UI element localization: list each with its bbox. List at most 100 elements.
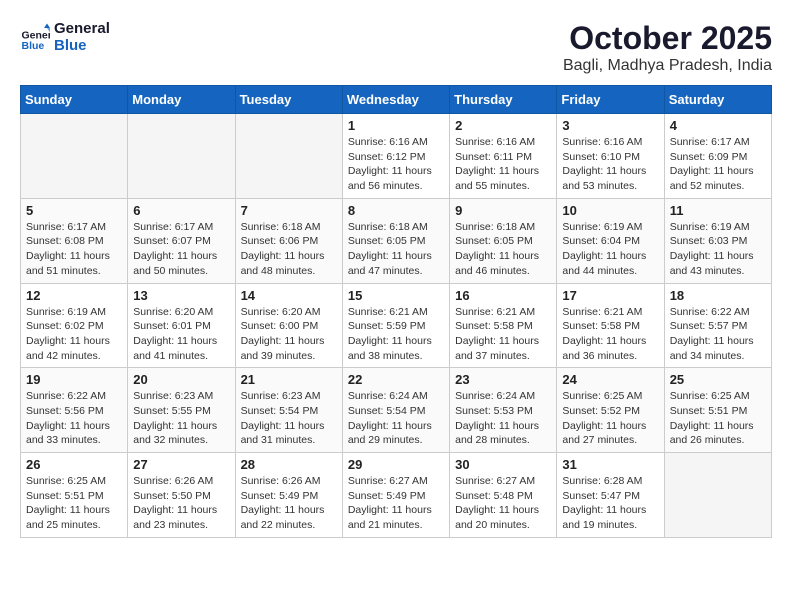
month-title: October 2025: [563, 20, 772, 57]
day-info: Sunrise: 6:23 AM Sunset: 5:55 PM Dayligh…: [133, 389, 229, 448]
calendar-cell: 27 Sunrise: 6:26 AM Sunset: 5:50 PM Dayli…: [128, 453, 235, 538]
day-info: Sunrise: 6:20 AM Sunset: 6:00 PM Dayligh…: [241, 305, 337, 364]
calendar-cell: 10 Sunrise: 6:19 AM Sunset: 6:04 PM Dayli…: [557, 198, 664, 283]
day-number: 15: [348, 288, 444, 303]
day-number: 5: [26, 203, 122, 218]
day-info: Sunrise: 6:28 AM Sunset: 5:47 PM Dayligh…: [562, 474, 658, 533]
calendar-cell: 25 Sunrise: 6:25 AM Sunset: 5:51 PM Dayli…: [664, 368, 771, 453]
day-info: Sunrise: 6:27 AM Sunset: 5:49 PM Dayligh…: [348, 474, 444, 533]
weekday-header-sunday: Sunday: [21, 86, 128, 114]
day-number: 18: [670, 288, 766, 303]
day-number: 2: [455, 118, 551, 133]
day-info: Sunrise: 6:25 AM Sunset: 5:51 PM Dayligh…: [670, 389, 766, 448]
calendar-cell: 20 Sunrise: 6:23 AM Sunset: 5:55 PM Dayli…: [128, 368, 235, 453]
calendar-header-row: SundayMondayTuesdayWednesdayThursdayFrid…: [21, 86, 772, 114]
weekday-header-monday: Monday: [128, 86, 235, 114]
calendar-week-3: 12Sunrise: 6:19 AM Sunset: 6:02 PM Dayli…: [21, 283, 772, 368]
day-number: 29: [348, 457, 444, 472]
day-info: Sunrise: 6:25 AM Sunset: 5:51 PM Dayligh…: [26, 474, 122, 533]
calendar-cell: 31 Sunrise: 6:28 AM Sunset: 5:47 PM Dayli…: [557, 453, 664, 538]
day-number: 21: [241, 372, 337, 387]
calendar-cell: 23 Sunrise: 6:24 AM Sunset: 5:53 PM Dayli…: [450, 368, 557, 453]
calendar-cell: [21, 114, 128, 199]
calendar-cell: 4Sunrise: 6:17 AM Sunset: 6:09 PM Daylig…: [664, 114, 771, 199]
calendar-cell: 19Sunrise: 6:22 AM Sunset: 5:56 PM Dayli…: [21, 368, 128, 453]
day-info: Sunrise: 6:25 AM Sunset: 5:52 PM Dayligh…: [562, 389, 658, 448]
day-number: 23: [455, 372, 551, 387]
calendar-cell: 9 Sunrise: 6:18 AM Sunset: 6:05 PM Daylig…: [450, 198, 557, 283]
calendar-cell: 17 Sunrise: 6:21 AM Sunset: 5:58 PM Dayli…: [557, 283, 664, 368]
day-info: Sunrise: 6:22 AM Sunset: 5:57 PM Dayligh…: [670, 305, 766, 364]
day-info: Sunrise: 6:17 AM Sunset: 6:07 PM Dayligh…: [133, 220, 229, 279]
day-info: Sunrise: 6:17 AM Sunset: 6:09 PM Dayligh…: [670, 135, 766, 194]
calendar-cell: 12Sunrise: 6:19 AM Sunset: 6:02 PM Dayli…: [21, 283, 128, 368]
calendar-cell: 15 Sunrise: 6:21 AM Sunset: 5:59 PM Dayli…: [342, 283, 449, 368]
day-info: Sunrise: 6:24 AM Sunset: 5:54 PM Dayligh…: [348, 389, 444, 448]
calendar-cell: 7 Sunrise: 6:18 AM Sunset: 6:06 PM Daylig…: [235, 198, 342, 283]
day-info: Sunrise: 6:18 AM Sunset: 6:05 PM Dayligh…: [455, 220, 551, 279]
calendar-cell: 1 Sunrise: 6:16 AM Sunset: 6:12 PM Daylig…: [342, 114, 449, 199]
calendar-cell: 16 Sunrise: 6:21 AM Sunset: 5:58 PM Dayli…: [450, 283, 557, 368]
calendar-cell: 22 Sunrise: 6:24 AM Sunset: 5:54 PM Dayli…: [342, 368, 449, 453]
day-number: 1: [348, 118, 444, 133]
calendar-cell: 28 Sunrise: 6:26 AM Sunset: 5:49 PM Dayli…: [235, 453, 342, 538]
calendar-cell: 2 Sunrise: 6:16 AM Sunset: 6:11 PM Daylig…: [450, 114, 557, 199]
calendar-cell: 5 Sunrise: 6:17 AM Sunset: 6:08 PM Daylig…: [21, 198, 128, 283]
day-number: 13: [133, 288, 229, 303]
day-info: Sunrise: 6:18 AM Sunset: 6:06 PM Dayligh…: [241, 220, 337, 279]
weekday-header-saturday: Saturday: [664, 86, 771, 114]
weekday-header-wednesday: Wednesday: [342, 86, 449, 114]
day-number: 30: [455, 457, 551, 472]
day-info: Sunrise: 6:26 AM Sunset: 5:50 PM Dayligh…: [133, 474, 229, 533]
day-number: 20: [133, 372, 229, 387]
calendar-cell: 29 Sunrise: 6:27 AM Sunset: 5:49 PM Dayli…: [342, 453, 449, 538]
day-info: Sunrise: 6:26 AM Sunset: 5:49 PM Dayligh…: [241, 474, 337, 533]
day-number: 24: [562, 372, 658, 387]
day-number: 12: [26, 288, 122, 303]
calendar-cell: 24 Sunrise: 6:25 AM Sunset: 5:52 PM Dayli…: [557, 368, 664, 453]
weekday-header-thursday: Thursday: [450, 86, 557, 114]
calendar-week-4: 19Sunrise: 6:22 AM Sunset: 5:56 PM Dayli…: [21, 368, 772, 453]
title-section: October 2025 Bagli, Madhya Pradesh, Indi…: [563, 20, 772, 75]
day-number: 10: [562, 203, 658, 218]
day-info: Sunrise: 6:17 AM Sunset: 6:08 PM Dayligh…: [26, 220, 122, 279]
location-subtitle: Bagli, Madhya Pradesh, India: [563, 57, 772, 75]
logo: General Blue General Blue: [20, 20, 110, 54]
calendar-cell: 14Sunrise: 6:20 AM Sunset: 6:00 PM Dayli…: [235, 283, 342, 368]
calendar-cell: 11 Sunrise: 6:19 AM Sunset: 6:03 PM Dayli…: [664, 198, 771, 283]
calendar-cell: [235, 114, 342, 199]
day-info: Sunrise: 6:16 AM Sunset: 6:12 PM Dayligh…: [348, 135, 444, 194]
calendar-week-5: 26 Sunrise: 6:25 AM Sunset: 5:51 PM Dayli…: [21, 453, 772, 538]
day-number: 28: [241, 457, 337, 472]
day-info: Sunrise: 6:24 AM Sunset: 5:53 PM Dayligh…: [455, 389, 551, 448]
day-number: 6: [133, 203, 229, 218]
day-number: 31: [562, 457, 658, 472]
day-info: Sunrise: 6:19 AM Sunset: 6:04 PM Dayligh…: [562, 220, 658, 279]
weekday-header-friday: Friday: [557, 86, 664, 114]
calendar-cell: 6 Sunrise: 6:17 AM Sunset: 6:07 PM Daylig…: [128, 198, 235, 283]
day-info: Sunrise: 6:18 AM Sunset: 6:05 PM Dayligh…: [348, 220, 444, 279]
day-number: 7: [241, 203, 337, 218]
day-number: 16: [455, 288, 551, 303]
day-number: 17: [562, 288, 658, 303]
day-number: 22: [348, 372, 444, 387]
day-info: Sunrise: 6:16 AM Sunset: 6:11 PM Dayligh…: [455, 135, 551, 194]
day-info: Sunrise: 6:16 AM Sunset: 6:10 PM Dayligh…: [562, 135, 658, 194]
weekday-header-tuesday: Tuesday: [235, 86, 342, 114]
day-info: Sunrise: 6:21 AM Sunset: 5:59 PM Dayligh…: [348, 305, 444, 364]
calendar-week-2: 5 Sunrise: 6:17 AM Sunset: 6:08 PM Daylig…: [21, 198, 772, 283]
day-number: 26: [26, 457, 122, 472]
day-info: Sunrise: 6:21 AM Sunset: 5:58 PM Dayligh…: [455, 305, 551, 364]
calendar-cell: 3 Sunrise: 6:16 AM Sunset: 6:10 PM Daylig…: [557, 114, 664, 199]
day-info: Sunrise: 6:19 AM Sunset: 6:03 PM Dayligh…: [670, 220, 766, 279]
day-info: Sunrise: 6:21 AM Sunset: 5:58 PM Dayligh…: [562, 305, 658, 364]
day-info: Sunrise: 6:23 AM Sunset: 5:54 PM Dayligh…: [241, 389, 337, 448]
day-number: 27: [133, 457, 229, 472]
day-number: 3: [562, 118, 658, 133]
day-info: Sunrise: 6:22 AM Sunset: 5:56 PM Dayligh…: [26, 389, 122, 448]
day-number: 11: [670, 203, 766, 218]
day-info: Sunrise: 6:27 AM Sunset: 5:48 PM Dayligh…: [455, 474, 551, 533]
day-number: 9: [455, 203, 551, 218]
day-number: 25: [670, 372, 766, 387]
calendar-cell: [128, 114, 235, 199]
